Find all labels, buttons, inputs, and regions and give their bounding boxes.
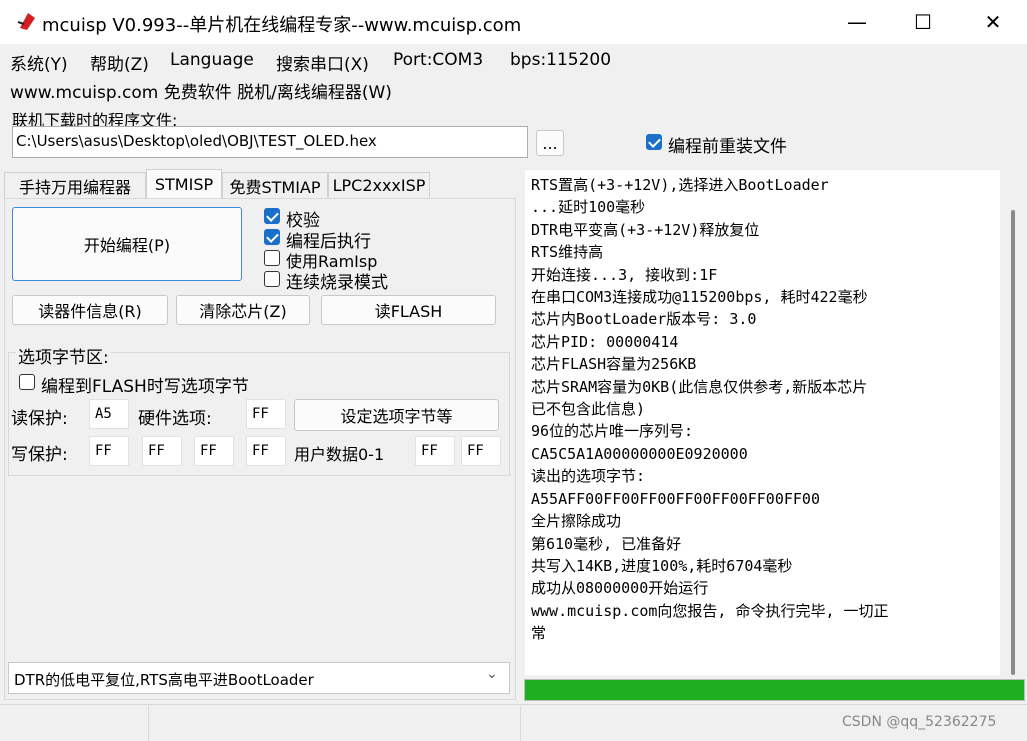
write-option-label: 编程到FLASH时写选项字节 xyxy=(41,377,249,397)
log-line: DTR电平变高(+3-+12V)释放复位 xyxy=(531,220,760,239)
log-line: 芯片FLASH容量为256KB xyxy=(531,355,697,374)
hw-option-input[interactable]: FF xyxy=(246,399,286,429)
log-output[interactable]: RTS置高(+3-+12V),选择进入BootLoader ...延时100毫秒 D… xyxy=(525,170,1000,675)
write-option-checkbox[interactable] xyxy=(19,374,35,390)
status-divider-1 xyxy=(148,706,149,741)
tab-stmisp[interactable]: STMISP xyxy=(146,169,222,199)
user-data-label: 用户数据0-1 xyxy=(294,445,385,464)
menu-system[interactable]: 系统(Y) xyxy=(10,50,68,75)
window-title: mcuisp V0.993--单片机在线编程专家--www.mcuisp.com xyxy=(42,15,522,36)
file-path-input[interactable]: C:\Users\asus\Desktop\oled\OBJ\TEST_OLED… xyxy=(12,126,528,158)
run-after-checkbox[interactable] xyxy=(264,229,280,245)
log-line: 读出的选项字节: xyxy=(531,467,646,486)
close-button[interactable]: ✕ xyxy=(970,0,1016,44)
log-line: ...延时100毫秒 xyxy=(531,198,646,217)
maximize-button[interactable]: ☐ xyxy=(900,0,946,44)
menu-offline-programmer[interactable]: www.mcuisp.com 免费软件 脱机/离线编程器(W) xyxy=(10,78,392,103)
verify-checkbox[interactable] xyxy=(264,208,280,224)
log-line: 已不包含此信息) xyxy=(531,400,646,419)
log-line: CA5C5A1A00000000E0920000 xyxy=(531,444,748,463)
log-line: 全片擦除成功 xyxy=(531,512,622,531)
browse-button[interactable]: ... xyxy=(536,130,564,156)
menu-bps[interactable]: bps:115200 xyxy=(510,50,611,70)
progress-bar xyxy=(524,679,1025,701)
tab-lpc[interactable]: LPC2xxxISP xyxy=(328,172,430,198)
continuous-checkbox[interactable] xyxy=(264,271,280,287)
scrollbar-thumb[interactable] xyxy=(1011,210,1015,675)
menu-language[interactable]: Language xyxy=(170,50,254,70)
tab-stmiap[interactable]: 免费STMIAP xyxy=(222,172,328,198)
watermark-text: CSDN @qq_52362275 xyxy=(842,714,997,730)
log-line: 芯片内BootLoader版本号: 3.0 xyxy=(531,310,757,329)
log-line: www.mcuisp.com向您报告, 命令执行完毕, 一切正 xyxy=(531,601,889,620)
menu-port[interactable]: Port:COM3 xyxy=(393,50,483,70)
log-line: RTS维持高 xyxy=(531,243,604,262)
log-line: 开始连接...3, 接收到:1F xyxy=(531,265,718,284)
log-scrollbar[interactable] xyxy=(1000,170,1024,675)
log-line: 96位的芯片唯一序列号: xyxy=(531,422,694,441)
erase-chip-button[interactable]: 清除芯片(Z) xyxy=(176,295,310,325)
reload-label: 编程前重装文件 xyxy=(668,137,787,157)
progress-fill xyxy=(525,680,1024,700)
log-line: 芯片PID: 00000414 xyxy=(531,332,679,351)
dtr-mode-value: DTR的低电平复位,RTS高电平进BootLoader xyxy=(14,671,314,689)
options-group-title: 选项字节区: xyxy=(16,343,111,368)
chevron-down-icon[interactable]: ⌄ xyxy=(486,666,498,682)
log-line: A55AFF00FF00FF00FF00FF00FF00FF00 xyxy=(531,489,820,508)
menu-help[interactable]: 帮助(Z) xyxy=(90,50,149,75)
tab-handheld[interactable]: 手持万用编程器 xyxy=(4,172,146,198)
user-data-input-2[interactable]: FF xyxy=(461,436,501,466)
set-option-bytes-button[interactable]: 设定选项字节等 xyxy=(294,399,499,431)
minimize-button[interactable]: — xyxy=(834,0,880,44)
log-line: 常 xyxy=(531,624,547,643)
read-protect-label: 读保护: xyxy=(11,409,68,429)
log-line: 成功从08000000开始运行 xyxy=(531,579,709,598)
write-protect-input-1[interactable]: FF xyxy=(89,436,129,466)
hw-option-label: 硬件选项: xyxy=(138,409,212,429)
write-protect-input-3[interactable]: FF xyxy=(194,436,234,466)
status-divider-2 xyxy=(520,706,521,741)
read-protect-input[interactable]: A5 xyxy=(89,399,129,429)
app-logo-icon xyxy=(17,13,35,30)
log-line: 芯片SRAM容量为0KB(此信息仅供参考,新版本芯片 xyxy=(531,377,868,396)
start-program-button[interactable]: 开始编程(P) xyxy=(12,207,242,281)
write-protect-input-4[interactable]: FF xyxy=(246,436,286,466)
menu-search-port[interactable]: 搜索串口(X) xyxy=(276,50,369,75)
read-info-button[interactable]: 读器件信息(R) xyxy=(12,295,168,325)
ramisp-checkbox[interactable] xyxy=(264,250,280,266)
log-line: 在串口COM3连接成功@115200bps, 耗时422毫秒 xyxy=(531,288,868,307)
log-line: RTS置高(+3-+12V),选择进入BootLoader xyxy=(531,176,829,194)
read-flash-button[interactable]: 读FLASH xyxy=(321,295,496,325)
write-protect-input-2[interactable]: FF xyxy=(142,436,182,466)
write-protect-label: 写保护: xyxy=(11,445,68,465)
reload-checkbox[interactable] xyxy=(646,134,662,150)
log-line: 共写入14KB,进度100%,耗时6704毫秒 xyxy=(531,556,793,575)
dtr-mode-select[interactable]: DTR的低电平复位,RTS高电平进BootLoader xyxy=(8,662,510,694)
user-data-input-1[interactable]: FF xyxy=(415,436,455,466)
continuous-label: 连续烧录模式 xyxy=(286,273,388,293)
log-line: 第610毫秒, 已准备好 xyxy=(531,534,682,553)
